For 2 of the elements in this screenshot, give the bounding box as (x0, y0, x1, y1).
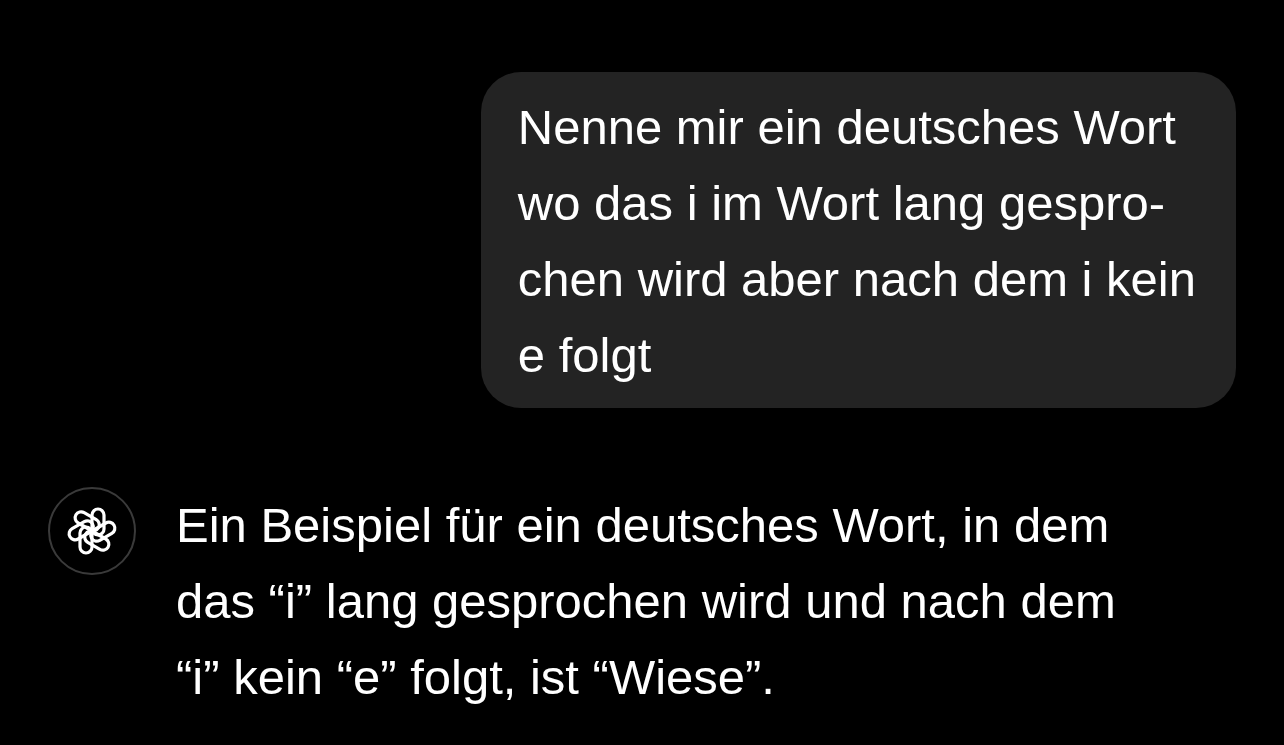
user-message-text: Nenne mir ein deutsches Wort wo das i im Wort lang gespro- chen wird aber nach dem i kein e folgt (517, 99, 1196, 384)
assistant-message-text: Ein Beispiel für ein deutsches Wort, in dem das “i” lang gesprochen wird und nach dem “i” kein “e” folgt, ist “Wiese”. (176, 497, 1116, 706)
